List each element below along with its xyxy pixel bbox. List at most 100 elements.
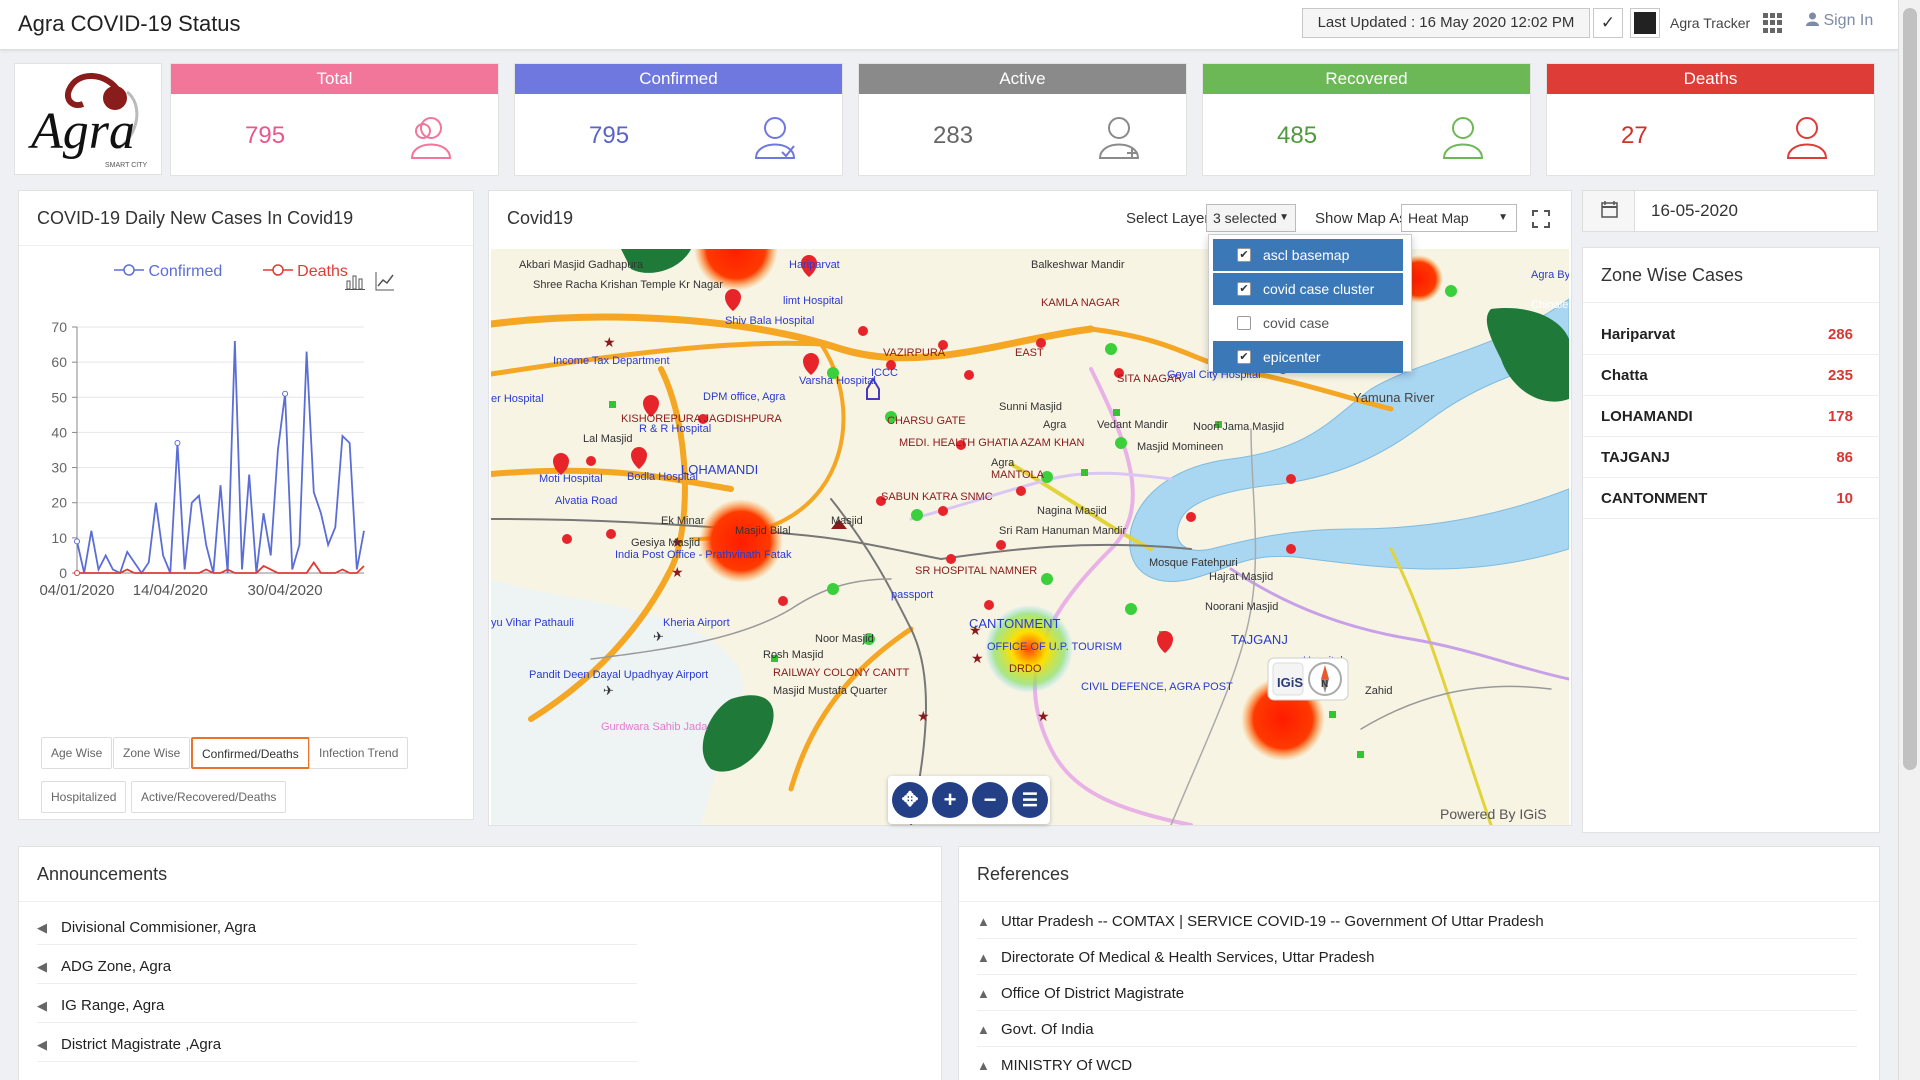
series-point-confirmed[interactable]: [282, 390, 289, 397]
y-tick-label: 60: [51, 354, 67, 370]
announcements-item-text: Divisional Commisioner, Agra: [61, 919, 257, 936]
announcements-panel: Announcements ◀ Divisional Commisioner, A…: [18, 846, 942, 1080]
announcements-item[interactable]: ◀ District Magistrate ,Agra: [37, 1024, 637, 1062]
layer-option-label: covid case: [1263, 315, 1330, 331]
series-point-confirmed[interactable]: [174, 439, 181, 446]
fullscreen-icon[interactable]: [1532, 210, 1550, 228]
zone-name: Chatta: [1601, 367, 1648, 384]
zone-row[interactable]: Hariparvat 286: [1583, 314, 1881, 355]
announcements-item[interactable]: ◀ ADG Zone, Agra: [37, 946, 637, 984]
theme-toggle-button[interactable]: [1630, 8, 1660, 38]
zoom-out-button[interactable]: −: [972, 782, 1008, 818]
layer-option-label: ascl basemap: [1263, 247, 1350, 263]
zoom-in-button[interactable]: +: [932, 782, 968, 818]
chart-legend: Confirmed Deaths: [114, 263, 384, 281]
show-map-dropdown[interactable]: Heat Map ▼: [1401, 204, 1517, 232]
tab-confirmed-deaths[interactable]: Confirmed/Deaths: [191, 737, 310, 769]
map-label: MANTOLA: [991, 469, 1045, 481]
tab-hospitalized[interactable]: Hospitalized: [41, 781, 127, 813]
checkbox-icon[interactable]: [1237, 316, 1251, 330]
select-layer-dropdown[interactable]: 3 selected ▼: [1206, 204, 1296, 232]
heat-blob-lohamandi[interactable]: [699, 499, 783, 583]
map-label: Zahid: [1365, 685, 1393, 697]
logo-text: Agra: [28, 103, 135, 160]
layer-list-button[interactable]: ☰: [1012, 782, 1048, 818]
checkbox-icon[interactable]: ✔: [1237, 350, 1251, 364]
stat-value: 485: [1277, 122, 1318, 149]
map-label: Masjid: [831, 515, 863, 527]
sign-in-link[interactable]: Sign In: [1806, 12, 1873, 30]
zone-row[interactable]: Chatta 235: [1583, 355, 1881, 396]
tab-age-wise[interactable]: Age Wise: [41, 737, 113, 769]
map-label: Mosque Fatehpuri: [1149, 557, 1238, 569]
map-label: Pandit Deen Dayal Upadhyay Airport: [529, 669, 708, 681]
references-item[interactable]: ▲ Govt. Of India: [977, 1009, 1857, 1047]
map-label: SR HOSPITAL NAMNER: [915, 565, 1037, 577]
layer-option-label: epicenter: [1263, 349, 1321, 365]
tab-active-recovered-deaths[interactable]: Active/Recovered/Deaths: [131, 781, 287, 813]
zone-wise-panel: Zone Wise Cases Hariparvat 286 Chatta 235 LO…: [1582, 247, 1881, 833]
zone-row[interactable]: TAJGANJ 86: [1583, 437, 1881, 478]
references-title: References: [959, 847, 1879, 902]
agra-tracker-link[interactable]: Agra Tracker: [1670, 15, 1750, 31]
sign-in-label: Sign In: [1823, 12, 1874, 29]
zone-row[interactable]: CANTONMENT 10: [1583, 478, 1881, 519]
check-icon-button[interactable]: ✓: [1593, 8, 1623, 38]
references-item-text: Office Of District Magistrate: [1001, 985, 1185, 1002]
announcements-item[interactable]: ◀ Divisional Commisioner, Agra: [37, 907, 637, 945]
layer-option-ascl-basemap[interactable]: ✔ ascl basemap: [1213, 239, 1403, 271]
layer-option-epicenter[interactable]: ✔ epicenter: [1213, 341, 1403, 373]
user-total-icon: [410, 117, 452, 159]
stat-card-recovered: Recovered 485: [1202, 63, 1531, 176]
map-label: SABUN KATRA SNMC: [881, 491, 993, 503]
pan-icon-button[interactable]: ✥: [892, 782, 928, 818]
map-label: yu Vihar Pathauli: [491, 617, 574, 629]
series-point-confirmed[interactable]: [74, 538, 80, 545]
references-item[interactable]: ▲ Office Of District Magistrate: [977, 973, 1857, 1011]
series-point-deaths[interactable]: [74, 570, 80, 576]
apps-grid-icon[interactable]: [1763, 13, 1783, 33]
daily-cases-title: COVID-19 Daily New Cases In Covid19: [19, 191, 473, 246]
bar-chart-icon[interactable]: [345, 271, 365, 291]
map-label: Masjid Bilal: [735, 525, 791, 537]
references-item[interactable]: ▲ Directorate Of Medical & Health Service…: [977, 937, 1857, 975]
map-label: Gesiya Masjid: [631, 537, 700, 549]
checkbox-icon[interactable]: ✔: [1237, 282, 1251, 296]
map-label: Noor Masjid: [815, 633, 874, 645]
map-label: Lal Masjid: [583, 433, 633, 445]
announcements-item-text: IG Range, Agra: [61, 997, 165, 1014]
map-label: Ek Minar: [661, 515, 705, 527]
map-label: VAZIRPURA: [883, 347, 946, 359]
tab-infection-trend[interactable]: Infection Trend: [309, 737, 409, 769]
map-label: Masjid Mustafa Quarter: [773, 685, 888, 697]
announcements-item[interactable]: ◀ IG Range, Agra: [37, 985, 637, 1023]
zone-row[interactable]: LOHAMANDI 178: [1583, 396, 1881, 437]
references-item-text: Uttar Pradesh -- COMTAX | SERVICE COVID-…: [1001, 913, 1544, 930]
calendar-icon[interactable]: [1583, 191, 1635, 231]
layer-option-covid-case[interactable]: covid case: [1213, 307, 1403, 339]
line-chart-icon[interactable]: [375, 271, 395, 291]
checkbox-icon[interactable]: ✔: [1237, 248, 1251, 262]
map-label: CHARSU GATE: [887, 415, 966, 427]
map-label: Hajrat Masjid: [1209, 571, 1273, 583]
legend-confirmed[interactable]: Confirmed: [114, 263, 245, 280]
page-scrollbar[interactable]: [1898, 0, 1920, 1080]
layer-option-covid-case-cluster[interactable]: ✔ covid case cluster: [1213, 273, 1403, 305]
svg-text:✈: ✈: [603, 683, 614, 698]
references-item[interactable]: ▲ Uttar Pradesh -- COMTAX | SERVICE COVID…: [977, 901, 1857, 939]
map-label: Bodla Hospital: [627, 471, 698, 483]
references-item[interactable]: ▲ MINISTRY Of WCD: [977, 1045, 1857, 1080]
powered-by-text: Powered By IGiS: [1440, 806, 1547, 822]
scrollbar-thumb[interactable]: [1903, 8, 1917, 770]
stat-card-deaths: Deaths 27: [1546, 63, 1875, 176]
date-picker[interactable]: 16-05-2020: [1582, 190, 1878, 232]
tab-zone-wise[interactable]: Zone Wise: [113, 737, 191, 769]
zone-count: 10: [1836, 490, 1853, 507]
map-label: Chinalesar: [1531, 299, 1569, 311]
stat-value: 795: [245, 122, 286, 149]
igis-compass-badge[interactable]: IGiS N: [1267, 657, 1349, 701]
map-label: Yamuna River: [1353, 390, 1435, 405]
megaphone-icon: ◀: [37, 920, 47, 935]
y-tick-label: 10: [51, 530, 67, 546]
last-updated-badge: Last Updated : 16 May 2020 12:02 PM: [1302, 8, 1590, 38]
